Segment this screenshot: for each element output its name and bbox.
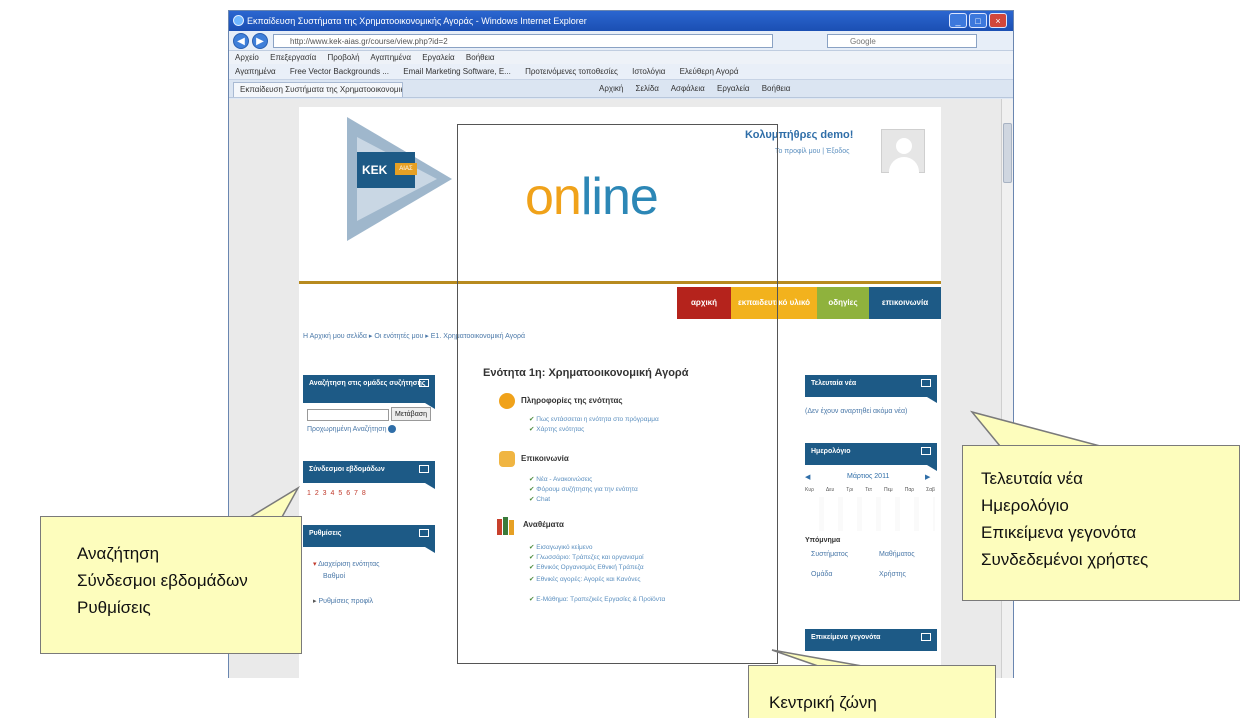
callout-line: Συνδεδεμένοι χρήστες bbox=[981, 550, 1149, 569]
right-callout: Τελευταία νέα Ημερολόγιο Επικείμενα γεγο… bbox=[962, 445, 1240, 601]
callout-line: Επικείμενα γεγονότα bbox=[981, 523, 1137, 542]
bottom-callout-pointer bbox=[771, 649, 863, 667]
callout-line: Ημερολόγιο bbox=[981, 496, 1069, 515]
callout-line: Κεντρική ζώνη bbox=[769, 693, 877, 712]
right-callout-pointer bbox=[969, 410, 1101, 447]
callout-line: Τελευταία νέα bbox=[981, 469, 1084, 488]
bottom-callout: Κεντρική ζώνη bbox=[748, 665, 996, 718]
left-callout: Αναζήτηση Σύνδεσμοι εβδομάδων Ρυθμίσεις bbox=[40, 516, 302, 654]
left-callout-pointer bbox=[247, 485, 301, 518]
callout-line: Αναζήτηση bbox=[77, 544, 160, 563]
callout-line: Ρυθμίσεις bbox=[77, 598, 151, 617]
callout-line: Σύνδεσμοι εβδομάδων bbox=[77, 571, 248, 590]
